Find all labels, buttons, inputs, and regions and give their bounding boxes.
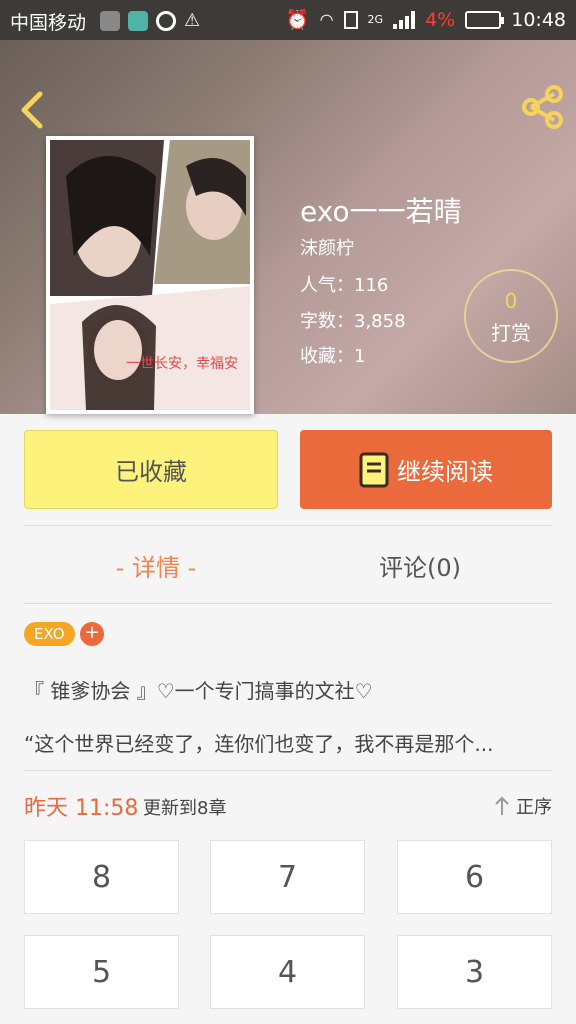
battery-icon <box>465 10 505 29</box>
continue-reading-button[interactable]: 继续阅读 <box>300 430 552 509</box>
chapter-button[interactable]: 5 <box>24 935 179 1009</box>
book-header: 一世长安，幸福安 exo一一若晴 沫颜柠 人气：116 字数：3,858 收藏：… <box>0 40 576 414</box>
update-status: 更新到8章 <box>143 798 227 819</box>
book-icon <box>359 452 389 487</box>
description-line: 『 锥爹协会 』♡一个专门搞事的文社♡ <box>24 679 373 703</box>
description-line[interactable]: “这个世界已经变了，连你们也变了，我不再是那个... <box>24 728 552 757</box>
carrier-name: 中国移动 <box>10 12 87 34</box>
notification-icons: ⚠ <box>100 10 200 31</box>
update-time: 昨天 11:58 <box>24 796 139 821</box>
divider <box>24 525 552 526</box>
continue-reading-label: 继续阅读 <box>397 458 493 486</box>
notification-app-icon <box>100 10 120 31</box>
chapter-button[interactable]: 6 <box>397 840 552 914</box>
book-title: exo一一若晴 <box>300 195 462 228</box>
chapter-button[interactable]: 7 <box>210 840 365 914</box>
network-type: 2G <box>367 13 384 26</box>
chapter-button[interactable]: 3 <box>397 935 552 1009</box>
battery-percent: 4% <box>425 8 456 31</box>
chapter-button[interactable]: 8 <box>24 840 179 914</box>
huawei-app-icon <box>128 10 148 31</box>
sort-label: 正序 <box>516 797 552 818</box>
tab-comments[interactable]: 评论(0) <box>288 548 552 583</box>
reward-label: 打赏 <box>491 321 531 345</box>
tag-exo[interactable]: EXO <box>24 622 75 646</box>
divider <box>24 603 552 604</box>
add-tag-button[interactable]: + <box>80 622 104 646</box>
sort-toggle[interactable]: 正序 <box>494 793 552 819</box>
book-cover[interactable]: 一世长安，幸福安 <box>46 136 254 414</box>
share-icon[interactable] <box>520 84 566 130</box>
sim-icon <box>343 10 358 29</box>
signal-icon <box>393 10 416 29</box>
favorited-button[interactable]: 已收藏 <box>24 430 278 509</box>
book-author[interactable]: 沫颜柠 <box>300 234 354 260</box>
clock: 10:48 <box>511 8 566 31</box>
arrow-up-icon <box>495 796 509 815</box>
status-bar: 中国移动 ⚠ ⏰ ◠ 2G 4% 10:48 <box>0 0 576 40</box>
sync-icon <box>156 10 176 31</box>
popularity-stat: 人气：116 <box>300 275 389 296</box>
favorited-label: 已收藏 <box>115 458 187 486</box>
back-chevron-icon[interactable] <box>14 88 50 132</box>
tab-detail[interactable]: - 详情 - <box>24 548 288 583</box>
wifi-icon: ◠ <box>319 10 334 29</box>
word-count-stat: 字数：3,858 <box>300 311 406 332</box>
warning-icon: ⚠ <box>184 10 201 31</box>
favorites-stat: 收藏：1 <box>300 346 366 367</box>
alarm-icon: ⏰ <box>285 9 310 31</box>
reward-button[interactable]: 0 打赏 <box>464 269 558 363</box>
chapter-button[interactable]: 4 <box>210 935 365 1009</box>
cover-caption: 一世长安，幸福安 <box>126 356 238 372</box>
reward-count: 0 <box>504 289 518 313</box>
divider <box>24 770 552 771</box>
